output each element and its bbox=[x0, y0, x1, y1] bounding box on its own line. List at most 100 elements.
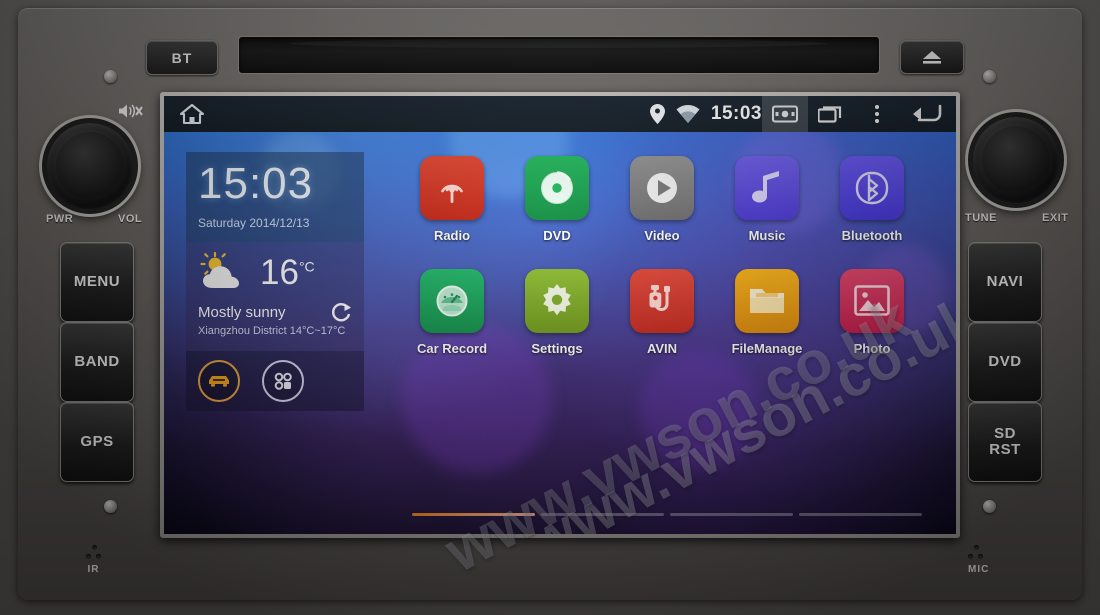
screenshot-icon bbox=[772, 105, 798, 123]
car-icon bbox=[209, 375, 229, 387]
app-photo[interactable]: Photo bbox=[828, 269, 916, 356]
sd-rst-button[interactable]: SD RST bbox=[968, 402, 1042, 482]
power-volume-knob[interactable] bbox=[42, 118, 138, 214]
app-label-car-record: Car Record bbox=[416, 341, 488, 356]
app-icon-music bbox=[735, 156, 799, 220]
app-icon-settings bbox=[525, 269, 589, 333]
home-icon bbox=[180, 103, 204, 125]
sd-rst-line2: RST bbox=[989, 441, 1021, 458]
app-row-1: Radio DVD Video Music Bluetooth bbox=[408, 156, 944, 243]
app-icon-dvd bbox=[525, 156, 589, 220]
knob-label-pwr: PWR bbox=[46, 213, 74, 225]
play-circle-icon bbox=[647, 173, 677, 203]
clock-widget-time: 15:03 bbox=[198, 159, 314, 208]
recent-apps-icon bbox=[818, 106, 842, 123]
mic-label: MIC bbox=[968, 564, 990, 575]
mute-icon bbox=[119, 104, 143, 118]
page-dot-1[interactable] bbox=[412, 513, 535, 516]
sun-behind-cloud-icon bbox=[200, 252, 239, 288]
app-icon-photo bbox=[840, 269, 904, 333]
bluetooth-icon bbox=[855, 171, 889, 205]
page-dot-4[interactable] bbox=[799, 513, 922, 516]
ir-label: IR bbox=[87, 564, 100, 575]
head-unit-device: BT PWR VOL MENU BAND GPS TUNE EXIT NAVI … bbox=[0, 0, 1100, 615]
microphone: MIC bbox=[968, 545, 989, 575]
app-dvd[interactable]: DVD bbox=[513, 156, 601, 243]
clock-widget-date: Saturday 2014/12/13 bbox=[198, 216, 310, 230]
app-label-video: Video bbox=[644, 228, 680, 243]
ir-receiver: IR bbox=[86, 545, 101, 575]
weather-widget[interactable]: 16°C Mostly sunny Xiangzhou District 14°… bbox=[186, 242, 364, 351]
app-drawer-icon bbox=[274, 372, 292, 390]
display-bezel: 15:03 15:03 Saturday 2014/12/13 16°C Mos… bbox=[160, 92, 960, 538]
page-dot-3[interactable] bbox=[670, 513, 793, 516]
widget-dock bbox=[186, 350, 364, 411]
screenshot-button[interactable] bbox=[762, 96, 808, 132]
weather-temperature: 16°C bbox=[260, 255, 315, 290]
knob-label-vol: VOL bbox=[118, 213, 143, 225]
folder-icon bbox=[750, 289, 784, 313]
refresh-icon[interactable] bbox=[330, 301, 352, 323]
disc-icon bbox=[541, 171, 573, 204]
page-indicator[interactable] bbox=[412, 513, 922, 516]
app-bluetooth[interactable]: Bluetooth bbox=[828, 156, 916, 243]
overflow-menu-button[interactable] bbox=[854, 96, 900, 132]
dvd-button[interactable]: DVD bbox=[968, 322, 1042, 402]
screw-bottom-left bbox=[104, 500, 117, 513]
knob-label-tune: TUNE bbox=[965, 212, 997, 224]
app-radio[interactable]: Radio bbox=[408, 156, 496, 243]
eject-icon bbox=[923, 51, 941, 64]
car-mode-button[interactable] bbox=[198, 359, 240, 402]
app-icon-video bbox=[630, 156, 694, 220]
app-video[interactable]: Video bbox=[618, 156, 706, 243]
app-label-filemanage: FileManage bbox=[731, 341, 803, 356]
tune-exit-knob[interactable] bbox=[968, 112, 1064, 208]
app-label-photo: Photo bbox=[853, 341, 891, 356]
weather-temp-value: 16 bbox=[260, 252, 299, 292]
dashcam-gauge-icon bbox=[436, 285, 468, 317]
app-icon-radio bbox=[420, 156, 484, 220]
av-plug-icon bbox=[649, 285, 670, 311]
home-button[interactable] bbox=[164, 103, 220, 125]
photo-icon bbox=[854, 285, 890, 316]
status-indicators: 15:03 bbox=[649, 103, 762, 125]
recent-apps-button[interactable] bbox=[808, 96, 854, 132]
app-icon-filemanage bbox=[735, 269, 799, 333]
app-row-2: Car Record Settings AVIN FileManage Phot… bbox=[408, 269, 944, 356]
menu-button[interactable]: MENU bbox=[60, 242, 134, 322]
app-label-settings: Settings bbox=[531, 341, 583, 356]
top-control-strip: BT bbox=[110, 28, 990, 86]
gear-icon bbox=[543, 284, 571, 316]
app-avin[interactable]: AVIN bbox=[618, 269, 706, 356]
navi-button[interactable]: NAVI bbox=[968, 242, 1042, 322]
disc-slot[interactable] bbox=[238, 36, 880, 74]
band-button[interactable]: BAND bbox=[60, 322, 134, 402]
app-grid: Radio DVD Video Music Bluetooth Car Reco… bbox=[408, 156, 944, 382]
gps-button[interactable]: GPS bbox=[60, 402, 134, 482]
bt-button[interactable]: BT bbox=[146, 40, 218, 75]
radio-antenna-icon bbox=[441, 184, 463, 203]
back-button[interactable] bbox=[900, 96, 956, 132]
weather-location: Xiangzhou District 14°C~17°C bbox=[198, 325, 346, 337]
wifi-icon bbox=[676, 104, 700, 123]
page-dot-2[interactable] bbox=[541, 513, 664, 516]
app-drawer-button[interactable] bbox=[262, 359, 304, 402]
weather-temp-unit: °C bbox=[298, 257, 315, 274]
touchscreen-display[interactable]: 15:03 15:03 Saturday 2014/12/13 16°C Mos… bbox=[164, 96, 956, 534]
mute-indicator bbox=[118, 103, 144, 119]
overflow-menu-icon bbox=[875, 105, 879, 123]
eject-button[interactable] bbox=[900, 40, 964, 74]
sd-rst-line1: SD bbox=[994, 424, 1016, 442]
app-settings[interactable]: Settings bbox=[513, 269, 601, 356]
app-icon-avin bbox=[630, 269, 694, 333]
screw-bottom-right bbox=[983, 500, 996, 513]
app-music[interactable]: Music bbox=[723, 156, 811, 243]
app-label-radio: Radio bbox=[433, 228, 471, 243]
app-filemanage[interactable]: FileManage bbox=[723, 269, 811, 356]
clock-widget[interactable]: 15:03 Saturday 2014/12/13 bbox=[186, 152, 364, 242]
app-label-dvd: DVD bbox=[543, 228, 571, 243]
app-icon-car-record bbox=[420, 269, 484, 333]
music-note-icon bbox=[752, 171, 779, 203]
app-car-record[interactable]: Car Record bbox=[408, 269, 496, 356]
navigation-buttons bbox=[762, 96, 956, 132]
